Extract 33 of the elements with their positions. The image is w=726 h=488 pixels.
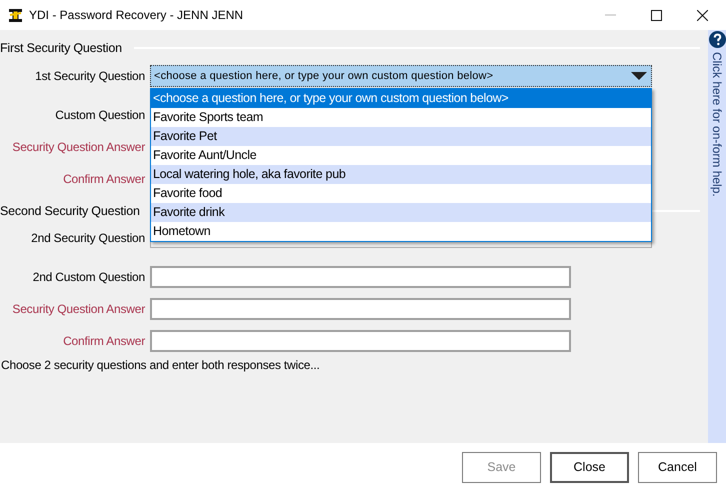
dropdown-option[interactable]: Favorite food bbox=[151, 184, 651, 203]
dropdown-option[interactable]: Favorite drink bbox=[151, 203, 651, 222]
field-label: 2nd Custom Question bbox=[32, 269, 146, 286]
window-title: YDI - Password Recovery - JENN JENN bbox=[29, 7, 244, 24]
dialog-button[interactable]: Cancel bbox=[638, 452, 717, 483]
field-label: Security Question Answer bbox=[11, 301, 146, 318]
dialog-button[interactable]: Close bbox=[550, 452, 629, 483]
field-label: Confirm Answer bbox=[62, 171, 146, 188]
dropdown-option[interactable]: Favorite Aunt/Uncle bbox=[151, 146, 651, 165]
hint-text: Choose 2 security questions and enter both responses twice... bbox=[0, 357, 321, 373]
dropdown-option[interactable]: Local watering hole, aka favorite pub bbox=[151, 165, 651, 184]
field-label: 2nd Security Question bbox=[30, 230, 146, 247]
question-dropdown[interactable]: <choose a question here, or type your own custom question below> bbox=[150, 65, 652, 87]
dropdown-option[interactable]: Favorite Sports team bbox=[151, 108, 651, 127]
dropdown-option[interactable]: <choose a question here, or type your own custom question below> bbox=[151, 89, 651, 108]
field-label: 1st Security Question bbox=[34, 68, 146, 85]
help-link[interactable]: Click here for on-form help. bbox=[708, 52, 726, 197]
field-label: Custom Question bbox=[54, 107, 146, 124]
maximize-icon[interactable] bbox=[651, 10, 662, 20]
field-label: Security Question Answer bbox=[11, 139, 146, 156]
dropdown-option[interactable]: Favorite Pet bbox=[151, 127, 651, 146]
field-label: Confirm Answer bbox=[62, 333, 146, 350]
section-heading: Second Security Question bbox=[0, 202, 140, 220]
dropdown-option[interactable]: Hometown bbox=[151, 222, 651, 241]
section-heading: First Security Question bbox=[0, 40, 122, 57]
input-field[interactable] bbox=[150, 298, 571, 320]
help-panel[interactable]: Click here for on-form help. bbox=[708, 30, 726, 443]
input-field[interactable] bbox=[150, 330, 571, 352]
minimize-icon[interactable] bbox=[605, 14, 616, 16]
close-icon[interactable] bbox=[697, 10, 708, 20]
caret-icon bbox=[631, 72, 647, 80]
app-logo-icon bbox=[8, 8, 23, 22]
input-field[interactable] bbox=[150, 266, 571, 288]
